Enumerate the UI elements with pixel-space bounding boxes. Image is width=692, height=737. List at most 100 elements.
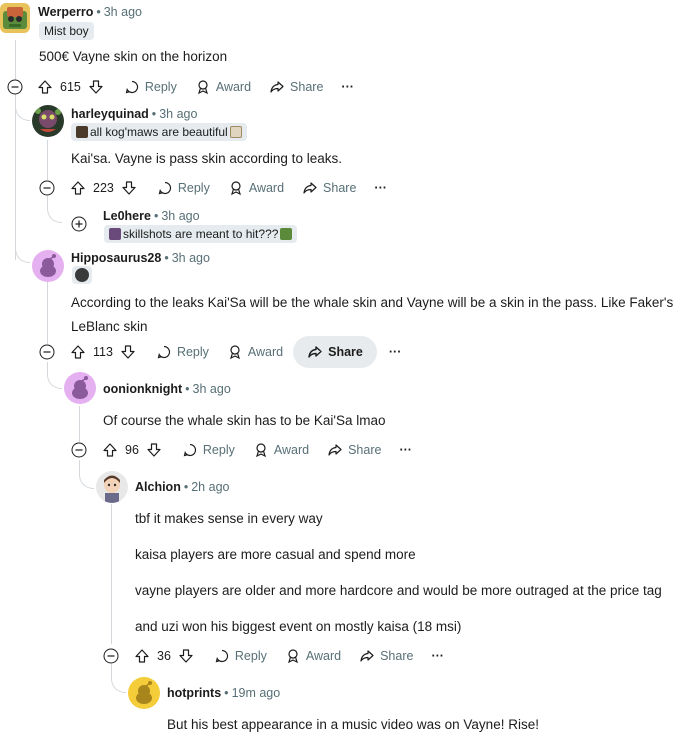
award-icon [229, 345, 240, 360]
reply-button[interactable]: Reply [149, 172, 218, 204]
author-name[interactable]: harleyquinad [71, 107, 149, 121]
author-name[interactable]: hotprints [167, 686, 221, 700]
timestamp[interactable]: 2h ago [191, 480, 229, 494]
share-button[interactable]: Share [319, 434, 389, 466]
kogmaw-emoji-icon [76, 126, 88, 138]
downvote-icon[interactable] [178, 648, 194, 664]
vote-score: 113 [93, 345, 113, 359]
award-button[interactable]: Award [277, 640, 349, 672]
collapse-icon[interactable] [39, 344, 55, 360]
reply-button[interactable]: Reply [116, 71, 185, 103]
avatar[interactable] [32, 250, 64, 282]
comment-body: According to the leaks Kai'Sa will be th… [71, 295, 674, 334]
comment-author-line: hotprints • 19m ago [167, 686, 281, 700]
more-options-button[interactable]: ··· [391, 434, 420, 466]
reply-button[interactable]: Reply [174, 434, 243, 466]
award-button[interactable]: Award [219, 336, 291, 368]
comment-author-line: oonionknight • 3h ago [103, 382, 231, 396]
avatar[interactable] [0, 3, 30, 33]
award-button[interactable]: Award [220, 172, 292, 204]
comment-body: tbf it makes sense in every way kaisa pl… [135, 511, 662, 634]
comment-body: But his best appearance in a music video… [167, 717, 539, 732]
downvote-icon[interactable] [121, 180, 137, 196]
avatar[interactable] [96, 471, 128, 503]
share-button[interactable]: Share [293, 336, 377, 368]
collapse-icon[interactable] [39, 180, 55, 196]
share-button[interactable]: Share [351, 640, 421, 672]
thread-line-c4 [79, 406, 80, 442]
share-button[interactable]: Share [294, 172, 364, 204]
upvote-icon[interactable] [134, 648, 150, 664]
share-button[interactable]: Share [261, 71, 331, 103]
vote-group: 36 [128, 640, 200, 672]
author-name[interactable]: Alchion [135, 480, 181, 494]
author-name[interactable]: oonionknight [103, 382, 182, 396]
collapse-icon[interactable] [71, 442, 87, 458]
share-icon [328, 444, 342, 456]
avatar[interactable] [128, 677, 160, 709]
avatar[interactable] [64, 372, 96, 404]
timestamp[interactable]: 3h ago [193, 382, 231, 396]
upvote-icon[interactable] [70, 180, 86, 196]
share-icon [303, 182, 317, 194]
downvote-icon[interactable] [88, 79, 104, 95]
thread-curve-c0-c3 [15, 240, 30, 263]
flair-emoji-icon [229, 126, 242, 138]
timestamp[interactable]: 19m ago [232, 686, 281, 700]
collapse-icon[interactable] [7, 79, 23, 95]
share-icon [270, 81, 284, 93]
upvote-icon[interactable] [70, 344, 86, 360]
comment-author-line: Werperro • 3h ago [38, 5, 142, 19]
author-name[interactable]: Werperro [38, 5, 93, 19]
reply-button[interactable]: Reply [148, 336, 217, 368]
reply-icon [183, 443, 196, 457]
thread-curve-c4-c5 [79, 460, 94, 489]
comment-action-bar: 113 Reply Award Share ··· [64, 336, 409, 368]
comment-author-line: Le0here • 3h ago [103, 209, 200, 223]
user-flair [72, 266, 92, 284]
comment-body: 500€ Vayne skin on the horizon [39, 49, 228, 64]
upvote-icon[interactable] [37, 79, 53, 95]
more-options-button[interactable]: ··· [381, 336, 410, 368]
reply-icon [158, 181, 171, 195]
user-flair: all kog'maws are beautiful [71, 123, 247, 141]
vote-group: 223 [64, 172, 143, 204]
award-icon [230, 181, 241, 196]
award-icon [255, 443, 266, 458]
reply-icon [157, 345, 171, 359]
thread-curve-c0-c1 [15, 98, 30, 121]
more-options-button[interactable]: ··· [423, 640, 452, 672]
timestamp[interactable]: 3h ago [159, 107, 197, 121]
user-flair: skillshots are meant to hit??? [104, 225, 298, 243]
user-flair: Mist boy [39, 22, 94, 40]
avatar[interactable] [32, 105, 64, 137]
more-options-button[interactable]: ··· [366, 172, 395, 204]
thread-curve-c5-c6 [111, 664, 126, 693]
author-name[interactable]: Hipposaurus28 [71, 251, 161, 265]
upvote-icon[interactable] [102, 442, 118, 458]
flair-emoji-icon [109, 228, 121, 240]
timestamp[interactable]: 3h ago [172, 251, 210, 265]
downvote-icon[interactable] [146, 442, 162, 458]
vote-group: 113 [64, 336, 142, 368]
more-icon: ··· [374, 181, 387, 195]
vote-score: 36 [157, 649, 171, 663]
downvote-icon[interactable] [120, 344, 136, 360]
more-options-button[interactable]: ··· [333, 71, 362, 103]
comment-body: Of course the whale skin has to be Kai'S… [103, 413, 386, 428]
award-button[interactable]: Award [187, 71, 259, 103]
comment-body: Kai'sa. Vayne is pass skin according to … [71, 151, 342, 166]
author-name[interactable]: Le0here [103, 209, 151, 223]
thread-curve-c1-c2 [47, 196, 62, 223]
award-button[interactable]: Award [245, 434, 317, 466]
vote-score: 223 [93, 181, 114, 195]
collapse-icon[interactable] [103, 648, 119, 664]
timestamp[interactable]: 3h ago [161, 209, 199, 223]
more-icon: ··· [388, 345, 402, 359]
share-icon [308, 346, 322, 358]
comment-action-bar: 96 Reply Award Share ··· [96, 434, 420, 466]
timestamp[interactable]: 3h ago [104, 5, 142, 19]
comment-author-line: harleyquinad • 3h ago [71, 107, 198, 121]
reply-button[interactable]: Reply [206, 640, 275, 672]
expand-icon[interactable] [71, 216, 87, 232]
